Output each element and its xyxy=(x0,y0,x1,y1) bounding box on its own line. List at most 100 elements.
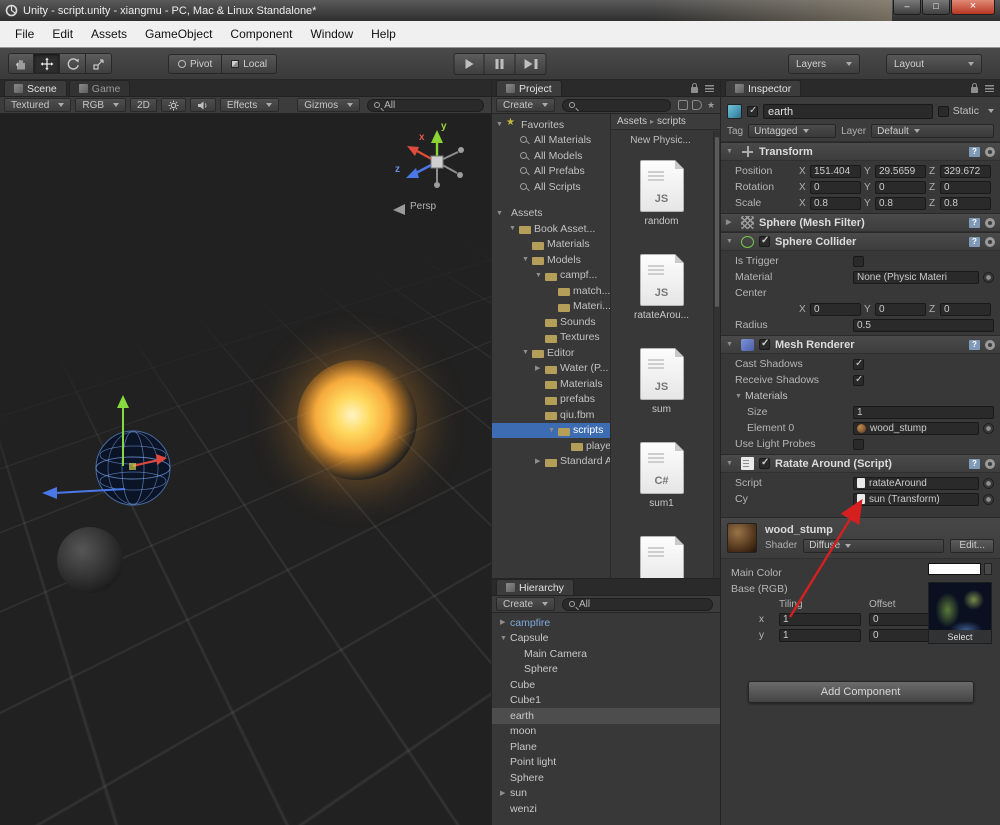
menu-item[interactable]: Component xyxy=(221,23,301,45)
foldout-icon[interactable] xyxy=(496,206,506,221)
project-tree-item[interactable]: campf... xyxy=(492,268,610,284)
light-probes-checkbox[interactable] xyxy=(853,438,864,450)
layers-dropdown[interactable]: Layers xyxy=(788,54,860,74)
foldout-icon[interactable] xyxy=(548,423,558,438)
rotation-y-field[interactable]: 0 xyxy=(875,180,926,194)
tag-dropdown[interactable]: Untagged xyxy=(748,124,837,138)
lighting-toggle[interactable] xyxy=(160,98,186,112)
add-component-button[interactable]: Add Component xyxy=(747,681,974,703)
search-by-type-icon[interactable] xyxy=(678,100,688,110)
project-tree-item[interactable]: Sounds xyxy=(492,314,610,330)
move-tool-button[interactable] xyxy=(34,53,60,74)
object-picker-icon[interactable] xyxy=(983,477,994,489)
project-file[interactable]: C# sum1 xyxy=(622,442,702,536)
local-toggle-button[interactable]: Local xyxy=(222,54,278,74)
layer-dropdown[interactable]: Default xyxy=(871,124,994,138)
component-enabled-checkbox[interactable] xyxy=(759,338,770,350)
lock-icon[interactable] xyxy=(971,83,978,93)
effects-dropdown[interactable]: Effects xyxy=(219,98,280,112)
breadcrumb-root[interactable]: Assets xyxy=(617,116,647,127)
foldout-icon[interactable] xyxy=(535,454,545,469)
scale-tool-button[interactable] xyxy=(86,53,112,74)
active-checkbox[interactable] xyxy=(747,105,758,117)
tab-hierarchy[interactable]: Hierarchy xyxy=(496,579,574,595)
foldout-icon[interactable] xyxy=(496,117,506,132)
step-button[interactable] xyxy=(515,53,547,75)
rotation-z-field[interactable]: 0 xyxy=(940,180,991,194)
project-search-input[interactable] xyxy=(562,98,671,112)
foldout-icon[interactable] xyxy=(726,215,736,230)
layout-dropdown[interactable]: Layout xyxy=(886,54,982,74)
project-tree-item[interactable]: scripts xyxy=(492,422,610,438)
create-dropdown[interactable]: Create xyxy=(496,597,556,611)
hierarchy-item[interactable]: wenzi xyxy=(492,801,720,817)
hierarchy-item[interactable]: Point light xyxy=(492,755,720,771)
tab-project[interactable]: Project xyxy=(496,80,562,96)
foldout-icon[interactable] xyxy=(522,252,532,267)
gizmo-z-arrow[interactable] xyxy=(42,487,57,499)
hierarchy-item[interactable]: Plane xyxy=(492,739,720,755)
gear-icon[interactable] xyxy=(985,217,995,228)
cast-shadows-checkbox[interactable] xyxy=(853,358,864,370)
foldout-icon[interactable] xyxy=(726,144,736,159)
component-enabled-checkbox[interactable] xyxy=(759,235,770,247)
menu-item[interactable]: File xyxy=(6,23,43,45)
hierarchy-item[interactable]: campfire xyxy=(492,615,720,631)
help-icon[interactable] xyxy=(969,217,980,228)
script-component-header[interactable]: Ratate Around (Script) xyxy=(721,454,1000,473)
project-file[interactable]: JS sum xyxy=(622,348,702,442)
project-tree-item[interactable]: match... xyxy=(492,283,610,299)
shader-dropdown[interactable]: Diffuse xyxy=(803,538,945,553)
project-file[interactable]: JS random xyxy=(622,160,702,254)
project-tree-item[interactable]: Textures xyxy=(492,330,610,346)
foldout-icon[interactable] xyxy=(535,361,545,376)
project-tree-item[interactable]: Materials xyxy=(492,237,610,253)
material-element-field[interactable]: wood_stump xyxy=(853,421,979,435)
gear-icon[interactable] xyxy=(985,236,995,247)
scale-y-field[interactable]: 0.8 xyxy=(875,196,926,210)
gear-icon[interactable] xyxy=(985,146,995,157)
foldout-icon[interactable] xyxy=(726,337,736,352)
persp-label[interactable]: Persp xyxy=(410,201,436,212)
project-file[interactable]: JS ratateArou... xyxy=(622,254,702,348)
project-scrollbar[interactable] xyxy=(713,131,720,578)
base-texture-thumbnail[interactable]: Select xyxy=(928,582,992,644)
static-checkbox[interactable] xyxy=(937,105,949,117)
favorite-icon[interactable] xyxy=(706,100,716,110)
object-name-field[interactable]: earth xyxy=(763,103,933,119)
lock-icon[interactable] xyxy=(691,83,698,93)
project-tree-item[interactable]: Standard A... xyxy=(492,454,610,470)
foldout-icon[interactable] xyxy=(726,234,736,249)
scrollbar-thumb[interactable] xyxy=(715,137,719,307)
materials-size-field[interactable]: 1 xyxy=(853,405,994,419)
menu-icon[interactable] xyxy=(705,85,714,92)
cy-field[interactable]: sun (Transform) xyxy=(853,492,979,506)
tab-game[interactable]: Game xyxy=(68,80,131,96)
close-button[interactable] xyxy=(951,0,995,15)
hierarchy-item[interactable]: moon xyxy=(492,724,720,740)
project-tree-item[interactable]: All Prefabs xyxy=(492,164,610,180)
menu-item[interactable]: Window xyxy=(301,23,362,45)
minimize-button[interactable] xyxy=(893,0,921,15)
project-tree-item[interactable]: Assets xyxy=(492,206,610,222)
foldout-icon[interactable] xyxy=(509,221,519,236)
receive-shadows-checkbox[interactable] xyxy=(853,374,864,386)
project-file[interactable] xyxy=(622,536,702,578)
rotate-tool-button[interactable] xyxy=(60,53,86,74)
mesh-filter-header[interactable]: Sphere (Mesh Filter) xyxy=(721,213,1000,232)
script-field[interactable]: ratateAround xyxy=(853,476,979,490)
foldout-icon[interactable] xyxy=(735,389,745,404)
hierarchy-item[interactable]: Sphere xyxy=(492,770,720,786)
hierarchy-item[interactable]: Main Camera xyxy=(492,646,720,662)
foldout-icon[interactable] xyxy=(500,631,510,646)
gizmos-dropdown[interactable]: Gizmos xyxy=(297,98,361,112)
project-tree-item[interactable]: Favorites xyxy=(492,117,610,133)
project-tree-item[interactable]: player xyxy=(492,438,610,454)
hierarchy-item[interactable]: Cube xyxy=(492,677,720,693)
project-tree-item[interactable]: Materials xyxy=(492,376,610,392)
scale-z-field[interactable]: 0.8 xyxy=(940,196,991,210)
menu-item[interactable]: Edit xyxy=(43,23,82,45)
tab-scene[interactable]: Scene xyxy=(4,80,67,96)
help-icon[interactable] xyxy=(969,458,980,469)
project-tree-item[interactable]: Book Asset... xyxy=(492,221,610,237)
